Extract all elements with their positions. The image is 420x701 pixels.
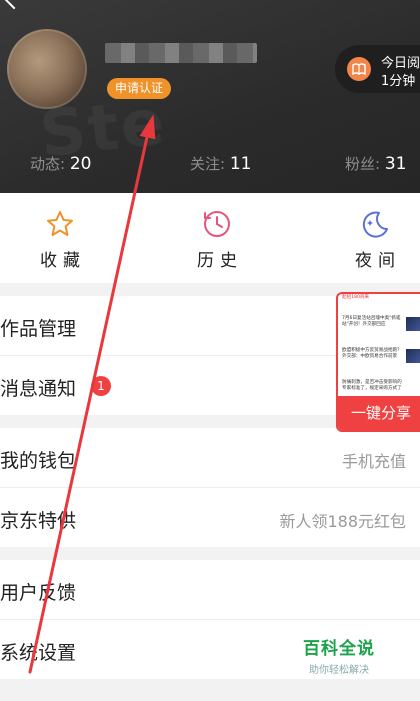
reading-time: 1分钟 xyxy=(381,74,416,89)
menu-item-value: 手机充值 xyxy=(341,452,406,471)
unread-badge: 1 xyxy=(91,376,111,396)
news-title: 起招180商来 xyxy=(342,295,370,300)
news-item: 7月6日复活站吕魂中奥"抓嗟站"开创！外交部回应 xyxy=(342,316,420,331)
menu-item-jd[interactable]: 京东特供 新人领188元红包 xyxy=(0,488,420,548)
history-label: 历史 xyxy=(197,251,243,271)
reading-title: 今日阅 xyxy=(381,56,420,71)
quick-actions-bar: 收藏 历史 夜间 xyxy=(0,193,420,283)
night-mode-label: 夜间 xyxy=(355,251,401,271)
share-card[interactable]: 起招180商来 7月6日复活站吕魂中奥"抓嗟站"开创！外交部回应 欧盟积极中方反… xyxy=(336,292,420,432)
reading-time-pill[interactable]: 今日阅 1分钟 xyxy=(335,45,420,93)
news-item: 欧盟积极中方反贸易战抢跑？外交部：中欧贸易合作前景 xyxy=(342,348,420,363)
stat-value: 31 xyxy=(384,154,407,174)
profile-header: Ste 申请认证 今日阅 1分钟 动态: 20 关注: 11 粉丝: 31 xyxy=(0,0,420,193)
stat-followers[interactable]: 粉丝: 31 xyxy=(345,153,406,174)
baike-logo: 百科全说 助你轻松解决 xyxy=(303,634,375,676)
stat-label: 粉丝 xyxy=(345,155,376,173)
menu-item-wallet[interactable]: 我的钱包 手机充值 xyxy=(0,428,420,488)
news-thumbnail xyxy=(406,317,420,331)
news-item: 起招180商来 xyxy=(342,295,420,301)
book-icon xyxy=(347,57,371,81)
stat-following[interactable]: 关注: 11 xyxy=(190,153,251,174)
menu-item-label: 消息通知 xyxy=(0,378,77,400)
menu-item-label: 作品管理 xyxy=(0,318,77,340)
username-blurred xyxy=(105,43,257,63)
stat-label: 关注 xyxy=(190,155,221,173)
news-item: 防痛刺激，是否冲击受影响的专家标准了，规定采购方式了 xyxy=(342,380,420,392)
menu-item-value: 新人领188元红包 xyxy=(279,512,406,531)
night-mode-button[interactable]: 夜间 xyxy=(325,193,420,283)
news-title: 欧盟积极中方反贸易战抢跑？外交部：中欧贸易合作前景 xyxy=(342,348,402,359)
back-icon[interactable] xyxy=(2,0,26,10)
moon-icon xyxy=(362,211,388,238)
logo-main-text: 百科全说 xyxy=(303,639,375,659)
menu-group-wallet: 我的钱包 手机充值 京东特供 新人领188元红包 xyxy=(0,428,420,547)
menu-item-label: 系统设置 xyxy=(0,642,77,664)
share-button[interactable]: 一键分享 xyxy=(338,396,420,430)
logo-sub-text: 助你轻松解决 xyxy=(309,665,369,676)
news-title: 防痛刺激，是否冲击受影响的专家标准了，规定采购方式了 xyxy=(342,380,402,391)
news-thumbnail xyxy=(406,349,420,363)
menu-item-label: 我的钱包 xyxy=(0,450,77,472)
stat-label: 动态 xyxy=(30,155,61,173)
history-button[interactable]: 历史 xyxy=(167,193,267,283)
history-icon xyxy=(204,211,230,237)
star-icon xyxy=(47,211,73,236)
stat-posts[interactable]: 动态: 20 xyxy=(30,153,91,174)
stat-value: 11 xyxy=(229,154,252,174)
stat-value: 20 xyxy=(69,154,92,174)
favorites-button[interactable]: 收藏 xyxy=(10,193,110,283)
menu-item-feedback[interactable]: 用户反馈 xyxy=(0,560,420,620)
news-title: 7月6日复活站吕魂中奥"抓嗟站"开创！外交部回应 xyxy=(342,316,401,327)
avatar[interactable] xyxy=(7,29,87,109)
verify-button[interactable]: 申请认证 xyxy=(107,78,172,99)
menu-item-label: 京东特供 xyxy=(0,510,77,532)
favorites-label: 收藏 xyxy=(40,251,86,271)
menu-item-label: 用户反馈 xyxy=(0,582,77,604)
